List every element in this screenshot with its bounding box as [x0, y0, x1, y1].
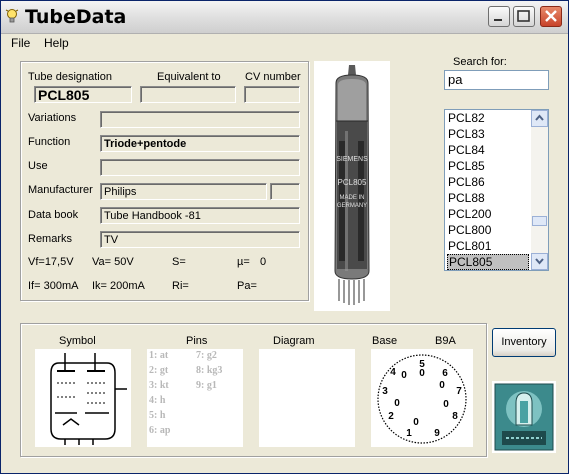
- symbol-header: Symbol: [59, 335, 96, 347]
- app-window: TubeData File Help Tube designation Equi…: [0, 0, 569, 474]
- tube-marking-type: PCL805: [338, 178, 367, 187]
- remarks-field[interactable]: TV: [100, 231, 300, 248]
- vf-value: Vf=17,5V: [28, 256, 74, 268]
- list-scrollbar[interactable]: [531, 110, 548, 270]
- pin-entry: 9: g1: [196, 380, 217, 391]
- list-item[interactable]: PCL801: [447, 238, 530, 254]
- tube-photo: SIEMENS PCL805 MADE IN GERMANY: [314, 61, 390, 311]
- menu-file[interactable]: File: [11, 36, 30, 50]
- base-pin-8: 8: [452, 411, 458, 422]
- cv-number-label: CV number: [245, 71, 301, 83]
- scroll-up-button[interactable]: [531, 110, 548, 127]
- close-icon: [545, 10, 557, 22]
- pin-entry: 8: kg3: [196, 365, 223, 376]
- variations-label: Variations: [28, 112, 77, 124]
- inventory-button[interactable]: Inventory: [492, 328, 556, 357]
- base-type-label: B9A: [435, 335, 456, 347]
- chevron-up-icon: [535, 114, 544, 121]
- maximize-button[interactable]: [513, 6, 535, 27]
- base-pin-6: 6: [442, 368, 448, 379]
- base-pin-2: 2: [388, 411, 394, 422]
- list-item[interactable]: PCL200: [447, 206, 530, 222]
- base-pin-hole: 0: [413, 417, 419, 428]
- list-item[interactable]: PCL88: [447, 190, 530, 206]
- pin-entry: 3: kt: [149, 380, 169, 391]
- pin-entry: 4: h: [149, 395, 166, 406]
- mu-value: 0: [260, 256, 267, 268]
- base-pin-hole: 0: [439, 380, 445, 391]
- base-pin-hole: 0: [443, 399, 449, 410]
- base-pin-4: 4: [390, 367, 396, 378]
- diagram-panel: [259, 349, 355, 447]
- tube-logo: [492, 381, 556, 453]
- databook-field[interactable]: Tube Handbook -81: [100, 207, 300, 224]
- lightbulb-icon: [5, 9, 19, 23]
- designation-label: Tube designation: [28, 71, 112, 83]
- tube-marking-made: MADE IN: [339, 195, 364, 201]
- cv-number-field[interactable]: [244, 86, 300, 103]
- base-pin-hole: 0: [419, 368, 425, 379]
- maximize-icon: [517, 10, 530, 22]
- function-field[interactable]: Triode+pentode: [100, 135, 300, 152]
- equivalent-label: Equivalent to: [157, 71, 221, 83]
- ik-value: Ik= 200mA: [92, 280, 145, 292]
- tube-marking-country: GERMANY: [337, 203, 367, 209]
- menu-help[interactable]: Help: [44, 36, 69, 50]
- base-pin-3: 3: [382, 386, 388, 397]
- va-value: Va= 50V: [92, 256, 134, 268]
- base-pin-hole: 0: [394, 398, 400, 409]
- tube-symbol: [35, 349, 131, 447]
- minimize-icon: [494, 19, 502, 21]
- pa-value: Pa=: [237, 280, 257, 292]
- search-label: Search for:: [453, 56, 507, 68]
- manufacturer-field[interactable]: Philips: [100, 183, 267, 200]
- pin-entry: 2: gt: [149, 365, 169, 376]
- pins-panel: 1: at 2: gt 3: kt 4: h 5: h 6: ap 7: g2 …: [147, 349, 243, 447]
- chevron-down-icon: [535, 258, 544, 265]
- remarks-label: Remarks: [28, 233, 73, 245]
- window-title: TubeData: [25, 6, 127, 28]
- pin-entry: 5: h: [149, 410, 166, 421]
- list-item[interactable]: PCL800: [447, 222, 530, 238]
- search-input[interactable]: pa: [444, 70, 549, 90]
- list-item[interactable]: PCL85: [447, 158, 530, 174]
- tube-marking-brand: SIEMENS: [336, 156, 368, 163]
- minimize-button[interactable]: [488, 6, 510, 27]
- scroll-down-button[interactable]: [531, 253, 548, 270]
- designation-field[interactable]: PCL805: [34, 86, 132, 103]
- base-header: Base: [372, 335, 398, 347]
- base-pin-hole: 0: [401, 370, 407, 381]
- title-bar[interactable]: TubeData: [1, 1, 568, 34]
- databook-label: Data book: [28, 209, 79, 221]
- function-label: Function: [28, 136, 71, 148]
- close-button[interactable]: [540, 6, 562, 27]
- manufacturer-label: Manufacturer: [28, 184, 93, 196]
- s-value: S=: [172, 256, 186, 268]
- base-pin-7: 7: [456, 386, 462, 397]
- list-item[interactable]: PCL82: [447, 110, 530, 126]
- menu-bar: File Help: [1, 34, 568, 52]
- if-value: If= 300mA: [28, 280, 79, 292]
- scroll-thumb[interactable]: [532, 216, 547, 226]
- pin-entry: 7: g2: [196, 350, 217, 361]
- pin-entry: 6: ap: [149, 425, 171, 436]
- use-label: Use: [28, 160, 48, 172]
- diagram-header: Diagram: [273, 335, 315, 347]
- list-item[interactable]: PCL83: [447, 126, 530, 142]
- list-item-selected[interactable]: PCL805: [447, 254, 529, 270]
- manufacturer-extra-field[interactable]: [270, 183, 300, 200]
- equivalent-field[interactable]: [140, 86, 236, 103]
- use-field[interactable]: [100, 159, 300, 176]
- list-item[interactable]: PCL84: [447, 142, 530, 158]
- list-item[interactable]: PCL86: [447, 174, 530, 190]
- variations-field[interactable]: [100, 111, 300, 128]
- base-diagram: 1 2 3 4 5 6 7 8 9 0 0 0 0 0 0: [371, 349, 473, 447]
- results-list[interactable]: PCL82 PCL83 PCL84 PCL85 PCL86 PCL88 PCL2…: [444, 109, 549, 271]
- mu-label: µ=: [237, 256, 250, 268]
- pin-entry: 1: at: [149, 350, 169, 361]
- base-pin-9: 9: [434, 428, 440, 439]
- ri-value: Ri=: [172, 280, 189, 292]
- base-pin-1: 1: [406, 428, 412, 439]
- pins-header: Pins: [186, 335, 208, 347]
